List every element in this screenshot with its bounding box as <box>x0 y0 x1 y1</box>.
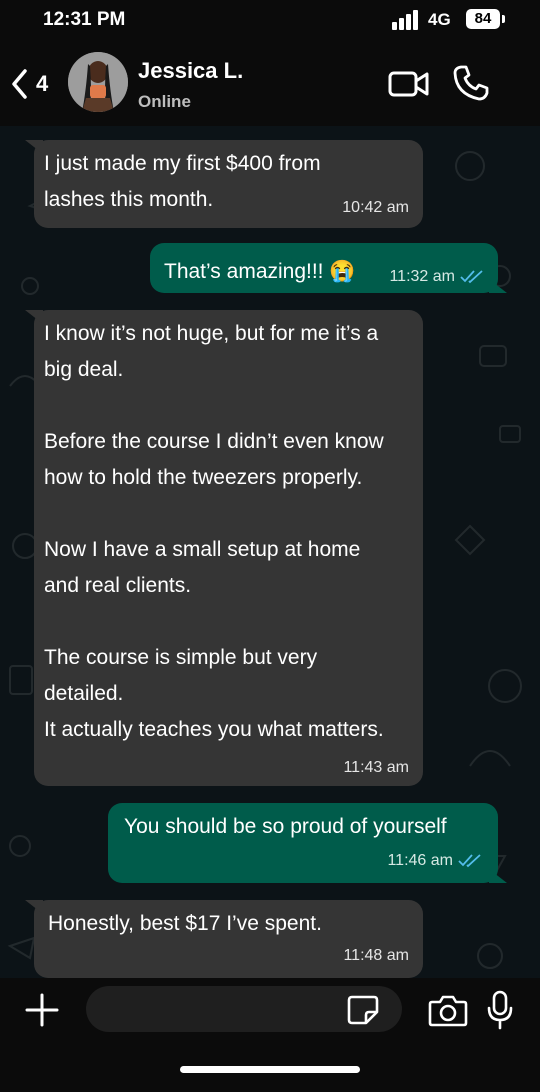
message-meta: 11:46 am <box>124 843 482 879</box>
video-camera-icon[interactable] <box>388 66 430 102</box>
avatar[interactable] <box>68 52 128 112</box>
message-time: 11:46 am <box>387 852 453 869</box>
chat-header: 4 Jessica L. Online <box>0 40 540 126</box>
back-button[interactable]: 4 <box>10 64 66 104</box>
phone-icon[interactable] <box>452 64 490 102</box>
message-time: 10:42 am <box>342 199 409 216</box>
double-check-icon <box>458 854 481 868</box>
chat-area[interactable]: I just made my first $400 from lashes th… <box>0 126 540 978</box>
microphone-icon[interactable] <box>486 990 514 1030</box>
message-time: 11:32 am <box>389 268 455 285</box>
camera-icon[interactable] <box>428 992 468 1028</box>
contact-name[interactable]: Jessica L. <box>138 58 243 84</box>
contact-status: Online <box>138 92 191 111</box>
message-text: I know it’s not huge, but for me it’s a … <box>44 322 384 741</box>
message-outgoing[interactable]: That’s amazing!!! 😭 11:32 am <box>150 243 507 295</box>
home-indicator[interactable] <box>180 1066 360 1073</box>
message-text: That’s amazing!!! 😭 <box>164 260 356 283</box>
battery-tip <box>502 15 505 23</box>
message-time: 11:48 am <box>343 947 409 964</box>
plus-icon[interactable] <box>24 992 60 1028</box>
message-incoming[interactable]: I know it’s not huge, but for me it’s a … <box>25 310 423 786</box>
status-time: 12:31 PM <box>43 9 126 30</box>
signal-strength-icon <box>392 10 418 30</box>
battery-level: 84 <box>466 9 500 29</box>
message-meta: 11:43 am <box>44 750 409 786</box>
message-meta: 11:48 am <box>48 938 409 974</box>
message-meta: 11:32 am <box>389 259 484 295</box>
message-text: You should be so proud of yourself <box>124 815 447 838</box>
network-type: 4G <box>428 10 451 29</box>
unread-count: 4 <box>36 71 49 96</box>
message-incoming[interactable]: Honestly, best $17 I’ve spent. 11:48 am <box>25 900 423 978</box>
message-text: Honestly, best $17 I’ve spent. <box>48 912 322 935</box>
message-outgoing[interactable]: You should be so proud of yourself 11:46… <box>108 803 507 883</box>
chevron-left-icon <box>12 69 27 99</box>
message-incoming[interactable]: I just made my first $400 from lashes th… <box>25 140 423 228</box>
sticker-icon[interactable] <box>346 994 380 1026</box>
double-check-icon <box>460 270 483 284</box>
compose-bar <box>0 978 540 1092</box>
avatar-image <box>68 52 128 112</box>
message-time: 11:43 am <box>343 759 409 776</box>
status-bar: 12:31 PM 4G 84 <box>0 0 540 40</box>
